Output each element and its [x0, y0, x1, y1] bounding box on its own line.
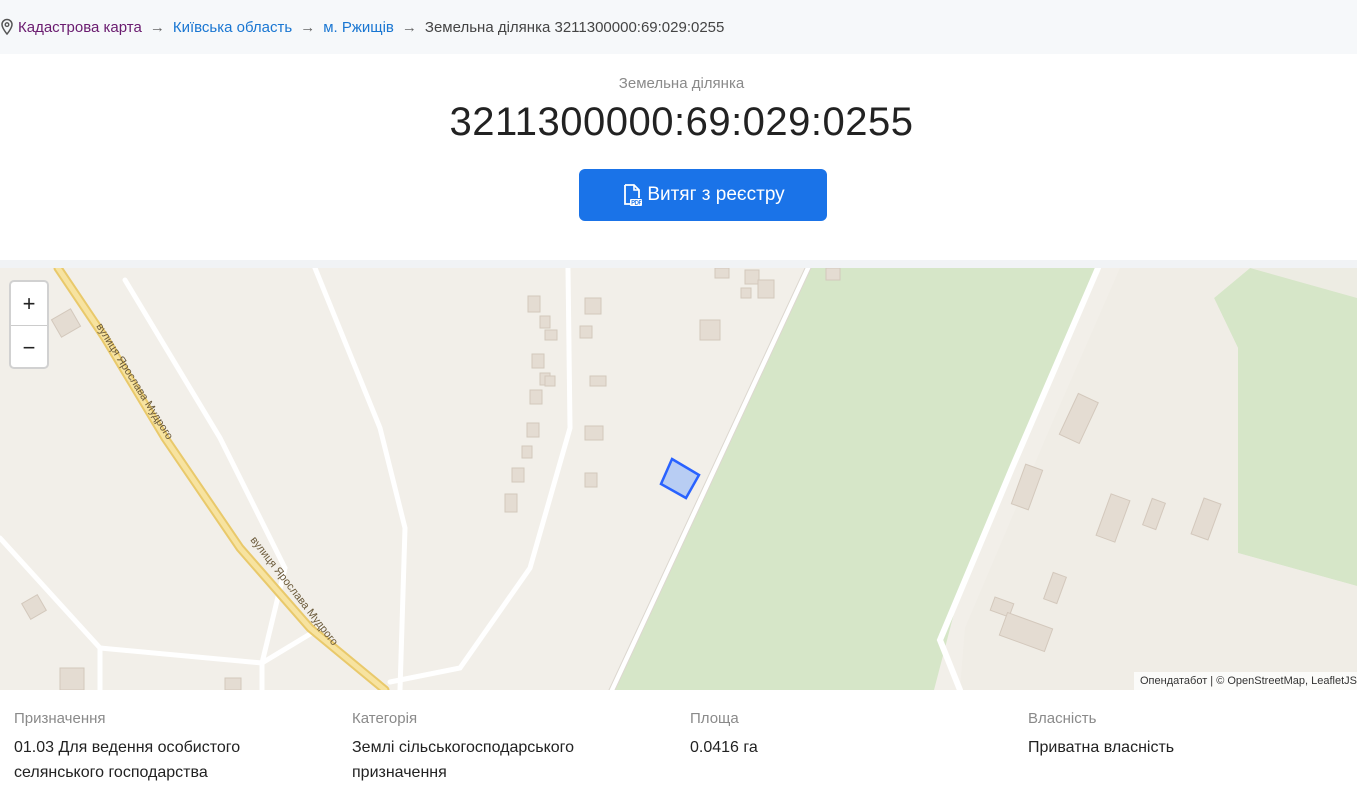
parcel-polygon[interactable] [659, 457, 701, 500]
section-divider [0, 260, 1357, 268]
breadcrumb-separator: → [300, 18, 316, 36]
street-label-lower: вулиця Ярослава Мудрого [248, 534, 340, 648]
road [387, 268, 573, 685]
breadcrumb-link-cadastral-map[interactable]: Кадастрова карта [18, 19, 142, 36]
zoom-control: + − [9, 280, 49, 369]
info-area-value: 0.0416 га [690, 739, 758, 756]
zoom-in-button[interactable]: + [11, 282, 47, 326]
pdf-file-icon [621, 183, 643, 207]
info-area-label: Площа [690, 710, 739, 727]
info-category-label: Категорія [352, 710, 418, 727]
info-ownership-value: Приватна власність [1028, 739, 1175, 756]
road [97, 645, 265, 666]
page-subtitle: Земельна ділянка [618, 75, 745, 92]
parcel-header: Земельна ділянка 3211300000:69:029:0255 … [0, 54, 1357, 260]
info-purpose: Призначення 01.03 Для ведення особистого… [14, 710, 314, 785]
breadcrumb-separator: → [149, 18, 165, 36]
location-pin-icon [0, 18, 14, 36]
info-ownership: Власність Приватна власність [1028, 710, 1328, 760]
breadcrumb-separator: → [401, 18, 417, 36]
breadcrumb-link-region[interactable]: Київська область [173, 19, 292, 36]
info-category: Категорія Землі сільськогосподарського п… [352, 710, 652, 785]
zoom-out-button[interactable]: − [11, 326, 47, 369]
map-view[interactable]: вулиця Ярослава Мудрого вулиця Ярослава … [0, 268, 1357, 690]
info-category-value: Землі сільськогосподарського призначення [352, 739, 575, 781]
page-title: 3211300000:69:029:0255 [449, 100, 914, 144]
info-ownership-label: Власність [1028, 710, 1097, 727]
info-area: Площа 0.0416 га [690, 710, 990, 760]
info-purpose-label: Призначення [14, 710, 106, 727]
breadcrumb-current: Земельна ділянка 3211300000:69:029:0255 [424, 18, 725, 36]
registry-extract-label: Витяг з реєстру [647, 184, 785, 205]
road [122, 277, 288, 690]
road [0, 535, 103, 690]
info-purpose-value: 01.03 Для ведення особистого селянського… [14, 739, 241, 781]
parcel-info: Призначення 01.03 Для ведення особистого… [0, 690, 1357, 800]
map-canvas[interactable]: вулиця Ярослава Мудрого вулиця Ярослава … [0, 268, 1357, 690]
map-attribution[interactable]: Опендатабот | © OpenStreetMap, LeafletJS [1133, 672, 1357, 690]
breadcrumb-link-city[interactable]: м. Ржищів [323, 19, 394, 36]
registry-extract-button[interactable]: Витяг з реєстру [579, 169, 827, 221]
breadcrumb: Кадастрова карта → Київська область → м.… [0, 0, 1357, 54]
